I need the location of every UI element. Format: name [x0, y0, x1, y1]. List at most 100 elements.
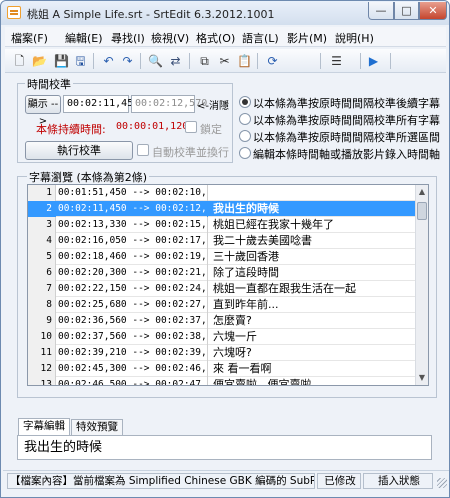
row-number: 13: [28, 377, 56, 385]
row-number: 5: [28, 249, 56, 265]
menu-edit[interactable]: 編輯(E): [65, 30, 103, 46]
timing-group-label: 時間校準: [25, 76, 73, 92]
table-row[interactable]: 8 00:02:25,680 --> 00:02:27,290 直到昨年前...: [28, 297, 415, 313]
list-scrollbar[interactable]: ▲ ▼: [415, 185, 428, 385]
paste-icon[interactable]: 📋: [236, 53, 253, 69]
option-radio-2[interactable]: [239, 113, 251, 125]
redo-icon[interactable]: ↷: [119, 53, 136, 69]
row-timecode: 00:02:22,150 --> 00:02:24,750: [58, 281, 208, 297]
show-time-button[interactable]: 顯示 -->: [25, 95, 61, 127]
toolbar-separator: [390, 53, 391, 69]
tab-effect-preview[interactable]: 特效預覽: [71, 419, 123, 435]
copy-icon[interactable]: ⧉: [196, 53, 213, 69]
row-subtitle-text: 六塊呀?: [213, 346, 252, 359]
status-modified: 已修改: [317, 473, 361, 489]
minimize-button[interactable]: —: [368, 2, 394, 20]
app-icon: [7, 6, 21, 19]
table-row[interactable]: 7 00:02:22,150 --> 00:02:24,750 桃姐一直都在跟我生活…: [28, 281, 415, 297]
scroll-up-icon[interactable]: ▲: [416, 185, 428, 199]
row-number: 7: [28, 281, 56, 297]
table-row[interactable]: 12 00:02:45,300 --> 00:02:46,400 來 看一看啊: [28, 361, 415, 377]
table-row[interactable]: 13 00:02:46,500 --> 00:02:47,250 便宜賣啦...便宜…: [28, 377, 415, 386]
row-number: 6: [28, 265, 56, 281]
maximize-button[interactable]: □: [394, 2, 419, 20]
row-timecode: 00:01:51,450 --> 00:02:10,450: [58, 185, 208, 201]
table-row[interactable]: 6 00:02:20,300 --> 00:02:21,420 除了這段時間: [28, 265, 415, 281]
status-insert-mode: 插入狀態: [363, 473, 433, 489]
row-subtitle-text: 便宜賣啦...便宜賣啦: [213, 378, 312, 386]
table-row[interactable]: 4 00:02:16,050 --> 00:02:17,790 我二十歲去美國唸書: [28, 233, 415, 249]
cut-icon[interactable]: ✂: [216, 53, 233, 69]
row-number: 9: [28, 313, 56, 329]
scroll-down-icon[interactable]: ▼: [416, 371, 428, 385]
start-time-field[interactable]: 00:02:11,450: [63, 95, 139, 113]
table-row[interactable]: 2 00:02:11,450 --> 00:02:12,570 我出生的時候: [28, 201, 415, 217]
row-timecode: 00:02:39,210 --> 00:02:39,870: [58, 345, 208, 361]
scroll-thumb[interactable]: [417, 202, 427, 220]
table-row[interactable]: 3 00:02:13,330 --> 00:02:15,320 桃姐已經在我家十幾年…: [28, 217, 415, 233]
row-timecode: 00:02:46,500 --> 00:02:47,250: [58, 377, 208, 385]
table-row[interactable]: 11 00:02:39,210 --> 00:02:39,870 六塊呀?: [28, 345, 415, 361]
row-timecode: 00:02:37,560 --> 00:02:38,180: [58, 329, 208, 345]
table-row[interactable]: 10 00:02:37,560 --> 00:02:38,180 六塊一斤: [28, 329, 415, 345]
undo-icon[interactable]: ↶: [100, 53, 117, 69]
toolbar-separator: [140, 53, 141, 69]
option-label-2: 以本條為準按原時間間隔校準所有字幕: [253, 114, 440, 127]
option-radio-1[interactable]: [239, 96, 251, 108]
menu-help[interactable]: 說明(H): [335, 30, 374, 46]
table-row[interactable]: 5 00:02:18,460 --> 00:02:19,580 三十歲回香港: [28, 249, 415, 265]
row-subtitle-text: 除了這段時間: [213, 266, 279, 279]
menu-video[interactable]: 影片(M): [287, 30, 327, 46]
table-row[interactable]: 1 00:01:51,450 --> 00:02:10,450: [28, 185, 415, 201]
save-icon[interactable]: 💾: [53, 53, 70, 69]
lock-checkbox[interactable]: [185, 121, 197, 133]
toolbar-separator: [320, 53, 321, 69]
row-subtitle-text: 直到昨年前...: [213, 298, 279, 311]
title-bar: 桃姐 A Simple Life.srt - SrtEdit 6.3.2012.…: [1, 1, 449, 25]
subtitle-text-editor[interactable]: 我出生的時候: [17, 435, 432, 460]
open-folder-icon[interactable]: 📂: [31, 53, 48, 69]
menu-bar: 檔案(F) 編輯(E) 尋找(I) 檢視(V) 格式(O) 語言(L) 影片(M…: [5, 27, 446, 47]
row-number: 12: [28, 361, 56, 377]
new-file-icon[interactable]: 🗋: [11, 53, 28, 69]
option-label-1: 以本條為準按原時間間隔校準後續字幕: [253, 97, 440, 110]
row-subtitle-text: 六塊一斤: [213, 330, 257, 343]
find-icon[interactable]: 🔍: [147, 53, 164, 69]
row-timecode: 00:02:25,680 --> 00:02:27,290: [58, 297, 208, 313]
row-timecode: 00:02:16,050 --> 00:02:17,790: [58, 233, 208, 249]
sync-icon[interactable]: ⟳: [264, 53, 281, 69]
row-timecode: 00:02:13,330 --> 00:02:15,320: [58, 217, 208, 233]
subtitle-list[interactable]: 1 00:01:51,450 --> 00:02:10,450 2 00:02:11,…: [27, 184, 429, 386]
menu-format[interactable]: 格式(O): [196, 30, 235, 46]
toolbar: 🗋 📂 💾 🖫 ↶ ↷ 🔍 ⇄ ⧉ ✂ 📋 ⟳ ☰ ▶: [5, 49, 446, 73]
calibrate-button[interactable]: 執行校準: [25, 141, 133, 160]
menu-find[interactable]: 尋找(I): [111, 30, 145, 46]
tab-subtitle-edit[interactable]: 字幕編輯: [18, 418, 70, 436]
row-timecode: 00:02:20,300 --> 00:02:21,420: [58, 265, 208, 281]
window-title: 桃姐 A Simple Life.srt - SrtEdit 6.3.2012.…: [27, 8, 275, 21]
row-timecode: 00:02:18,460 --> 00:02:19,580: [58, 249, 208, 265]
save-all-icon[interactable]: 🖫: [72, 53, 89, 69]
table-row[interactable]: 9 00:02:36,560 --> 00:02:37,050 怎麼賣?: [28, 313, 415, 329]
menu-view[interactable]: 檢視(V): [151, 30, 189, 46]
app-window: 桃姐 A Simple Life.srt - SrtEdit 6.3.2012.…: [0, 0, 450, 498]
play-icon[interactable]: ▶: [365, 53, 382, 69]
option-radio-3[interactable]: [239, 130, 251, 142]
option-radio-4[interactable]: [239, 147, 251, 159]
toolbar-separator: [257, 53, 258, 69]
auto-calibrate-checkbox[interactable]: [137, 144, 149, 156]
row-subtitle-text: 桃姐一直都在跟我生活在一起: [213, 282, 356, 295]
replace-icon[interactable]: ⇄: [167, 53, 184, 69]
menu-language[interactable]: 語言(L): [242, 30, 279, 46]
row-timecode: 00:02:36,560 --> 00:02:37,050: [58, 313, 208, 329]
row-number: 3: [28, 217, 56, 233]
row-subtitle-text: 我二十歲去美國唸書: [213, 234, 312, 247]
close-button[interactable]: ✕: [419, 2, 447, 20]
duration-label: 本條持續時間:: [36, 123, 106, 136]
resize-grip-icon[interactable]: [437, 478, 447, 488]
row-number: 11: [28, 345, 56, 361]
menu-file[interactable]: 檔案(F): [11, 30, 48, 46]
end-time-field[interactable]: 00:02:12,570: [131, 95, 207, 113]
list-icon[interactable]: ☰: [328, 53, 345, 69]
lock-label: 鎖定: [200, 123, 222, 136]
